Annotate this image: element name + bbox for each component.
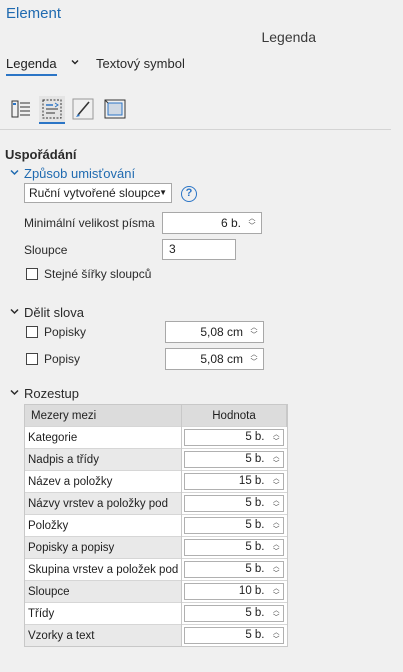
columns-input[interactable]: 3 xyxy=(162,239,236,260)
split-descriptions-input[interactable]: 5,08 cm ︿ ﹀ xyxy=(165,348,264,370)
chevron-down-icon[interactable] xyxy=(70,56,80,70)
placement-group-header[interactable]: Způsob umisťování xyxy=(10,166,135,181)
tab-text-symbol[interactable]: Textový symbol xyxy=(96,56,185,71)
table-row: Třídy 5 b. ︿ ﹀ xyxy=(25,602,287,625)
section-title: Uspořádání xyxy=(5,147,77,162)
table-row: Sloupce 10 b. ︿ ﹀ xyxy=(25,580,287,603)
spacing-value: 5 b. xyxy=(245,431,265,443)
spacing-value: 5 b. xyxy=(245,629,265,641)
pane-title: Element xyxy=(6,5,62,22)
placement-header-label: Způsob umisťování xyxy=(24,166,136,181)
table-row: Skupina vrstev a položek pod 5 b. ︿ ﹀ xyxy=(25,558,287,581)
toolbar-divider xyxy=(0,129,391,130)
split-labels-value: 5,08 cm xyxy=(200,325,243,339)
min-font-input[interactable]: 6 b. ︿ ﹀ xyxy=(162,212,262,234)
table-row: Kategorie 5 b. ︿ ﹀ xyxy=(25,426,287,449)
spinner-icon[interactable]: ︿ ﹀ xyxy=(273,519,280,533)
spacing-value-input[interactable]: 5 b. ︿ ﹀ xyxy=(184,517,284,534)
column-header-gaps[interactable]: Mezery mezi xyxy=(25,405,182,427)
spacing-value: 5 b. xyxy=(245,541,265,553)
spacing-value-input[interactable]: 5 b. ︿ ﹀ xyxy=(184,561,284,578)
spinner-icon[interactable]: ︿ ﹀ xyxy=(273,563,280,577)
spinner-icon[interactable]: ︿ ﹀ xyxy=(247,215,257,231)
row-name: Sloupce xyxy=(25,580,182,603)
spinner-icon[interactable]: ︿ ﹀ xyxy=(273,541,280,555)
spinner-icon[interactable]: ︿ ﹀ xyxy=(273,497,280,511)
split-descriptions-value: 5,08 cm xyxy=(200,352,243,366)
options-toolbar xyxy=(8,96,132,126)
min-font-label: Minimální velikost písma xyxy=(24,216,155,230)
spacing-value-input[interactable]: 5 b. ︿ ﹀ xyxy=(184,495,284,512)
spacing-value: 10 b. xyxy=(238,585,265,597)
row-name: Položky xyxy=(25,514,182,537)
row-name: Název a položky xyxy=(25,470,182,493)
spinner-icon[interactable]: ︿ ﹀ xyxy=(249,324,259,340)
legend-items-icon[interactable] xyxy=(8,96,34,122)
spacing-value: 5 b. xyxy=(245,497,265,509)
frame-display-icon[interactable] xyxy=(102,96,128,122)
table-row: Názvy vrstev a položky pod 5 b. ︿ ﹀ xyxy=(25,492,287,515)
spinner-icon[interactable]: ︿ ﹀ xyxy=(273,475,280,489)
placement-mode-value: Ruční vytvořené sloupce xyxy=(29,186,161,200)
spacing-value-input[interactable]: 5 b. ︿ ﹀ xyxy=(184,451,284,468)
table-row: Nadpis a třídy 5 b. ︿ ﹀ xyxy=(25,448,287,471)
split-header-label: Dělit slova xyxy=(24,305,84,320)
split-descriptions-label: Popisy xyxy=(44,352,81,366)
spacing-value: 5 b. xyxy=(245,453,265,465)
spacing-value: 5 b. xyxy=(245,563,265,575)
spacing-value-input[interactable]: 5 b. ︿ ﹀ xyxy=(184,539,284,556)
split-labels-checkbox[interactable] xyxy=(26,326,38,338)
spacing-value-input[interactable]: 5 b. ︿ ﹀ xyxy=(184,627,284,644)
columns-label: Sloupce xyxy=(24,243,68,257)
arrangement-icon[interactable] xyxy=(39,96,65,124)
row-name: Třídy xyxy=(25,602,182,625)
min-font-value: 6 b. xyxy=(220,216,241,230)
column-header-value[interactable]: Hodnota xyxy=(181,405,287,427)
split-descriptions-checkbox[interactable] xyxy=(26,353,38,365)
spacing-value-input[interactable]: 5 b. ︿ ﹀ xyxy=(184,605,284,622)
spacing-value: 5 b. xyxy=(245,519,265,531)
spinner-icon[interactable]: ︿ ﹀ xyxy=(273,431,280,445)
spinner-icon[interactable]: ︿ ﹀ xyxy=(273,607,280,621)
split-labels-input[interactable]: 5,08 cm ︿ ﹀ xyxy=(165,321,264,343)
row-name: Kategorie xyxy=(25,426,182,449)
row-name: Nadpis a třídy xyxy=(25,448,182,471)
spacing-value: 5 b. xyxy=(245,607,265,619)
table-row: Název a položky 15 b. ︿ ﹀ xyxy=(25,470,287,493)
spacing-value-input[interactable]: 10 b. ︿ ﹀ xyxy=(184,583,284,600)
spacing-value: 15 b. xyxy=(238,475,265,487)
row-name: Názvy vrstev a položky pod xyxy=(25,492,182,515)
table-row: Popisky a popisy 5 b. ︿ ﹀ xyxy=(25,536,287,559)
spacing-value-input[interactable]: 15 b. ︿ ﹀ xyxy=(184,473,284,490)
spacing-table: Mezery mezi Hodnota Kategorie 5 b. ︿ ﹀ Nad… xyxy=(24,404,288,647)
chevron-down-icon xyxy=(10,388,19,399)
columns-value: 3 xyxy=(169,242,176,256)
table-row: Položky 5 b. ︿ ﹀ xyxy=(25,514,287,537)
chevron-down-icon xyxy=(10,168,19,179)
row-name: Vzorky a text xyxy=(25,624,182,646)
dropdown-arrow-icon: ▼ xyxy=(159,188,167,197)
table-row: Vzorky a text 5 b. ︿ ﹀ xyxy=(25,624,287,646)
spinner-icon[interactable]: ︿ ﹀ xyxy=(249,351,259,367)
split-group-header[interactable]: Dělit slova xyxy=(10,305,84,320)
spinner-icon[interactable]: ︿ ﹀ xyxy=(273,585,280,599)
chevron-down-icon xyxy=(10,307,19,318)
spinner-icon[interactable]: ︿ ﹀ xyxy=(273,453,280,467)
spinner-icon[interactable]: ︿ ﹀ xyxy=(273,629,280,643)
equal-width-checkbox[interactable] xyxy=(26,268,38,280)
spacing-value-input[interactable]: 5 b. ︿ ﹀ xyxy=(184,429,284,446)
spacing-header-label: Rozestup xyxy=(24,386,79,401)
split-labels-label: Popisky xyxy=(44,325,87,339)
tab-legend[interactable]: Legenda xyxy=(6,56,57,76)
symbol-brush-icon[interactable] xyxy=(70,96,96,122)
row-name: Popisky a popisy xyxy=(25,536,182,559)
spacing-group-header[interactable]: Rozestup xyxy=(10,386,79,401)
row-name: Skupina vrstev a položek pod xyxy=(25,558,182,581)
equal-width-label: Stejné šířky sloupců xyxy=(44,267,152,281)
placement-mode-select[interactable]: Ruční vytvořené sloupce ▼ xyxy=(24,183,172,203)
help-icon[interactable]: ? xyxy=(181,186,197,202)
pane-subtitle: Legenda xyxy=(261,29,316,45)
